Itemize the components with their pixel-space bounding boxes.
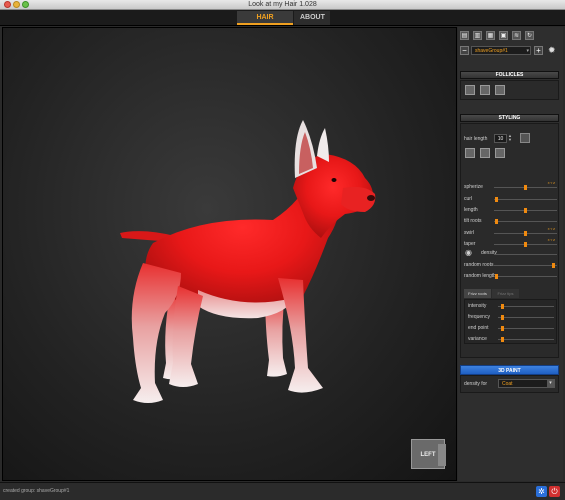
- slider-label: spherize: [464, 184, 483, 190]
- settings-icon[interactable]: ✲: [536, 486, 547, 497]
- slider-track[interactable]: [494, 197, 557, 202]
- hair-tools-panel: ▤ ▥ ▦ ▣ ≋ ↻ − shaveGroup#1 ▾ + ✹ FOLLICL…: [458, 27, 563, 481]
- status-message: created group: shaveGroup#1: [3, 488, 70, 494]
- hair-length-stepper[interactable]: ▲ ▼: [508, 134, 512, 142]
- random-length-label: random length: [464, 273, 496, 279]
- frizz-slider-track[interactable]: [498, 304, 554, 309]
- view-cube-label: LEFT: [420, 452, 436, 458]
- tab-frizz-tips[interactable]: Frizz tips: [492, 289, 519, 298]
- style-mode-1-icon[interactable]: [465, 148, 475, 158]
- axis-toggle[interactable]: X Y Z: [548, 238, 555, 242]
- main-tab-bar: HAIR SALOON ABOUT: [0, 10, 565, 35]
- tab-hair-saloon[interactable]: HAIR SALOON: [237, 11, 293, 35]
- chevron-down-icon: ▾: [547, 379, 554, 388]
- random-roots-slider[interactable]: [494, 263, 557, 268]
- frizz-panel: intensity frequency end point variance: [464, 299, 557, 344]
- density-for-label: density for: [464, 381, 488, 387]
- follicles-section: [460, 80, 559, 100]
- axis-toggle[interactable]: X Y Z: [548, 181, 555, 185]
- density-for-select[interactable]: Coat ▾: [498, 379, 555, 388]
- render-icon[interactable]: ▣: [499, 31, 508, 40]
- slider-knob[interactable]: [524, 208, 527, 213]
- gear-icon[interactable]: ✹: [548, 45, 556, 56]
- slider-track[interactable]: [494, 242, 557, 247]
- slider-label: curl: [464, 196, 473, 202]
- window-titlebar: Look at my Hair 1.028: [0, 0, 565, 10]
- chevron-down-icon: ▾: [526, 48, 529, 54]
- styling-header[interactable]: STYLING: [460, 114, 559, 122]
- window-title: Look at my Hair 1.028: [248, 1, 317, 8]
- random-roots-label: random roots: [464, 262, 494, 268]
- random-roots-knob[interactable]: [552, 263, 556, 268]
- frizz-slider-track[interactable]: [498, 326, 554, 331]
- random-length-knob[interactable]: [495, 274, 499, 279]
- view-cube[interactable]: LEFT: [411, 439, 446, 469]
- group-select[interactable]: shaveGroup#1 ▾: [471, 46, 531, 55]
- slider-track[interactable]: [494, 231, 557, 236]
- view-cube-side[interactable]: [438, 444, 446, 466]
- density-for-value: Coat: [502, 381, 513, 387]
- slider-label: length: [464, 207, 478, 213]
- axis-toggle[interactable]: X Y Z: [548, 227, 555, 231]
- frizz-tabs: Frizz roots Frizz tips: [464, 289, 557, 298]
- new-group-icon[interactable]: ▤: [460, 31, 469, 40]
- slider-knob[interactable]: [524, 242, 527, 247]
- toolbar: ▤ ▥ ▦ ▣ ≋ ↻: [460, 31, 560, 41]
- hair-length-input[interactable]: 10: [494, 134, 507, 143]
- random-length-slider[interactable]: [494, 274, 557, 279]
- density-label: density: [481, 250, 497, 256]
- tab-about[interactable]: ABOUT: [294, 11, 330, 25]
- follicles-header[interactable]: FOLLICLES: [460, 71, 559, 79]
- 3d-paint-header[interactable]: 3D PAINT: [460, 365, 559, 375]
- frizz-slider-knob[interactable]: [500, 315, 504, 320]
- frizz-slider-label: end point: [468, 325, 489, 331]
- slider-track[interactable]: [494, 185, 557, 190]
- slider-track[interactable]: [494, 208, 557, 213]
- dog-model: [120, 120, 376, 403]
- slider-knob[interactable]: [495, 219, 499, 224]
- style-mode-3-icon[interactable]: [495, 148, 505, 158]
- eye-icon[interactable]: ◉: [465, 248, 472, 257]
- frizz-slider-label: variance: [468, 336, 487, 342]
- density-slider-track[interactable]: [494, 254, 557, 255]
- frizz-slider-knob[interactable]: [500, 326, 504, 331]
- refresh-icon[interactable]: ↻: [525, 31, 534, 40]
- comb-icon[interactable]: ≋: [512, 31, 521, 40]
- frizz-slider-track[interactable]: [498, 337, 554, 342]
- style-mode-2-icon[interactable]: [480, 148, 490, 158]
- import-icon[interactable]: ▥: [473, 31, 482, 40]
- follicle-select-icon[interactable]: [495, 85, 505, 95]
- power-icon[interactable]: ⏻: [549, 486, 560, 497]
- frizz-slider-label: intensity: [468, 303, 487, 309]
- styling-section: hair length 10 ▲ ▼ spherize X Y Z curl lengt…: [460, 123, 559, 358]
- 3d-paint-section: density for Coat ▾: [460, 375, 559, 393]
- group-select-value: shaveGroup#1: [475, 48, 508, 54]
- slider-label: taper: [464, 241, 476, 247]
- 3d-viewport[interactable]: LEFT: [2, 27, 457, 481]
- status-bar: created group: shaveGroup#1 ✲ ⏻: [0, 482, 565, 500]
- slider-knob[interactable]: [524, 185, 527, 190]
- slider-knob[interactable]: [524, 231, 527, 236]
- frizz-slider-label: frequency: [468, 314, 490, 320]
- length-tool-icon[interactable]: [520, 133, 530, 143]
- frizz-slider-track[interactable]: [498, 315, 554, 320]
- slider-label: swirl: [464, 230, 474, 236]
- slider-label: tilt roots: [464, 218, 482, 224]
- slider-knob[interactable]: [495, 197, 499, 202]
- group-row: − shaveGroup#1 ▾ + ✹: [460, 45, 560, 56]
- tab-frizz-roots[interactable]: Frizz roots: [464, 289, 491, 298]
- remove-group-button[interactable]: −: [460, 46, 469, 55]
- save-icon[interactable]: ▦: [486, 31, 495, 40]
- slider-track[interactable]: [494, 219, 557, 224]
- frizz-slider-knob[interactable]: [500, 337, 504, 342]
- follicle-grid-icon[interactable]: [465, 85, 475, 95]
- add-group-button[interactable]: +: [534, 46, 543, 55]
- frizz-slider-knob[interactable]: [500, 304, 504, 309]
- hair-length-label: hair length: [464, 136, 488, 142]
- follicle-remove-icon[interactable]: [480, 85, 490, 95]
